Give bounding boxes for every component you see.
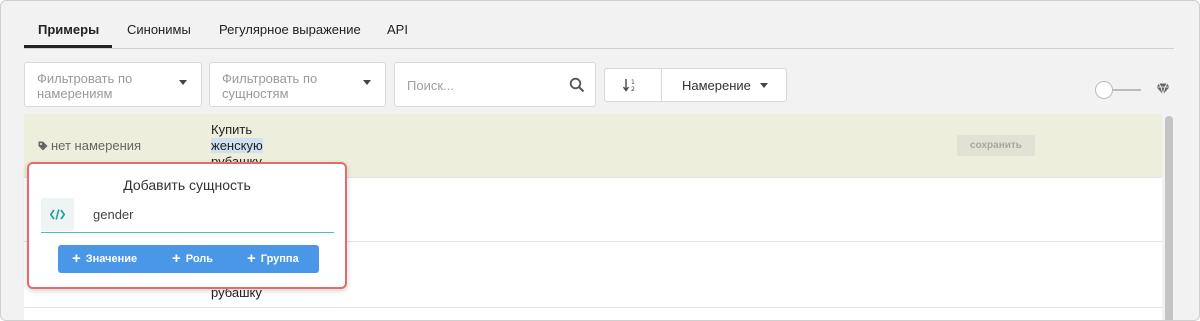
add-value-label: Значение	[85, 253, 138, 265]
intent-filter-select[interactable]: Фильтровать по намерениям	[24, 62, 202, 107]
svg-text:1: 1	[631, 79, 635, 86]
chevron-down-icon	[179, 80, 187, 85]
scrollbar[interactable]	[1164, 114, 1174, 320]
intent-filter-label-1: Фильтровать по	[37, 71, 133, 86]
search-input[interactable]	[407, 76, 557, 94]
chevron-down-icon	[760, 83, 768, 88]
entity-action-buttons: + Значение + Роль + Группа	[58, 245, 319, 273]
selected-entity-text[interactable]: женскую	[211, 138, 263, 153]
sort-by-label: Намерение	[682, 78, 751, 93]
toggle-switch[interactable]	[1095, 81, 1141, 99]
diamond-icon[interactable]	[1156, 83, 1170, 95]
save-button[interactable]: сохранить	[957, 135, 1035, 156]
sort-icon: 1 2	[623, 79, 635, 92]
plus-icon: +	[172, 250, 181, 267]
svg-text:2: 2	[631, 86, 635, 92]
sort-control: 1 2 Намерение	[604, 68, 787, 102]
chevron-down-icon	[363, 80, 371, 85]
tab-synonyms[interactable]: Синонимы	[127, 22, 191, 37]
add-group-label: Группа	[260, 253, 299, 265]
entity-filter-label-1: Фильтровать по	[222, 71, 318, 86]
add-value-button[interactable]: + Значение	[72, 245, 137, 273]
search-box	[394, 62, 596, 107]
app-frame: Примеры Синонимы Регулярное выражение AP…	[0, 0, 1200, 321]
code-icon	[50, 209, 65, 220]
sort-button[interactable]: 1 2	[605, 69, 662, 101]
intent-name: нет намерения	[51, 138, 142, 153]
entity-filter-select[interactable]: Фильтровать по сущностям	[209, 62, 386, 107]
tab-examples[interactable]: Примеры	[38, 22, 99, 37]
tab-api[interactable]: API	[387, 22, 408, 37]
intent-filter-label-2: намерениям	[37, 86, 113, 101]
scrollbar-thumb[interactable]	[1165, 116, 1173, 320]
example-text-line: Купить	[211, 122, 253, 137]
entity-name: gender	[93, 207, 134, 222]
intent-tag: нет намерения	[38, 138, 141, 153]
add-entity-popup: Добавить сущность gender + Значение + Роль…	[27, 162, 347, 289]
entity-selector[interactable]: gender	[41, 198, 334, 233]
active-tab-indicator	[24, 45, 112, 48]
popup-title: Добавить сущность	[123, 177, 251, 193]
add-role-label: Роль	[185, 253, 214, 265]
sort-by-dropdown[interactable]: Намерение	[662, 69, 786, 101]
tag-icon	[38, 141, 48, 151]
search-icon[interactable]	[569, 77, 585, 93]
tab-bar: Примеры Синонимы Регулярное выражение AP…	[24, 1, 1174, 49]
add-group-button[interactable]: + Группа	[247, 245, 299, 273]
plus-icon: +	[72, 250, 81, 267]
entity-filter-label-2: сущностям	[222, 86, 289, 101]
entity-type-badge	[41, 198, 74, 231]
tab-regex[interactable]: Регулярное выражение	[219, 22, 361, 37]
plus-icon: +	[247, 250, 256, 267]
add-role-button[interactable]: + Роль	[172, 245, 213, 273]
toggle-knob	[1095, 81, 1113, 99]
